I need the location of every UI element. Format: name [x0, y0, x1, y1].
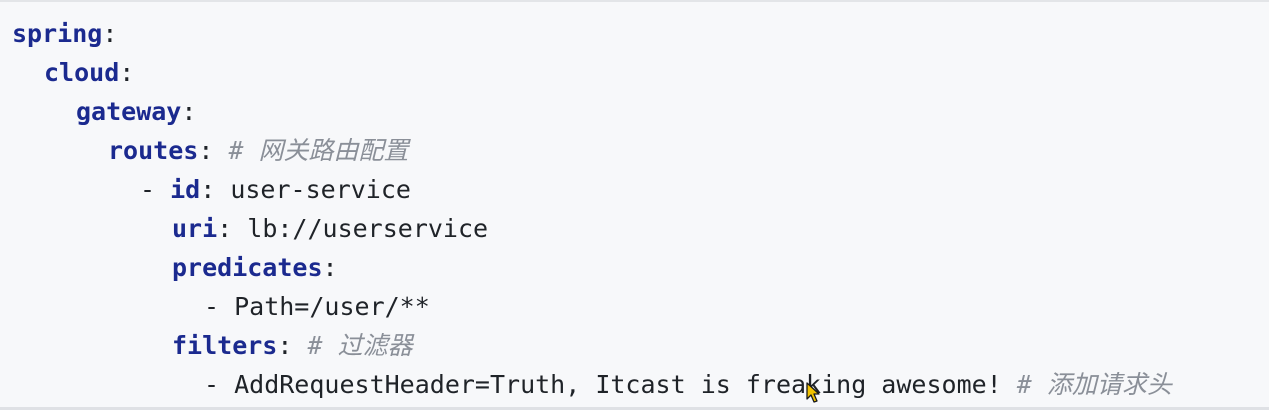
- yaml-key: id: [170, 175, 201, 204]
- yaml-value: - Path=/user/**: [204, 292, 430, 321]
- yaml-colon: :: [217, 214, 233, 243]
- yaml-comment: # 网关路由配置: [228, 136, 409, 165]
- yaml-key: routes: [108, 136, 199, 165]
- code-line: - AddRequestHeader=Truth, Itcast is frea…: [12, 365, 1172, 404]
- yaml-key: gateway: [76, 97, 182, 126]
- yaml-colon: :: [277, 331, 293, 360]
- yaml-colon: :: [200, 175, 216, 204]
- yaml-list-dash: -: [140, 175, 171, 204]
- yaml-value: user-service: [215, 175, 411, 204]
- yaml-key: uri: [172, 214, 218, 243]
- code-line: gateway:: [12, 92, 1172, 131]
- yaml-colon: :: [322, 253, 338, 282]
- code-line: - id: user-service: [12, 170, 1172, 209]
- arrow-cursor-icon: [806, 382, 820, 403]
- code-line: cloud:: [12, 53, 1172, 92]
- code-line: routes: # 网关路由配置: [12, 131, 1172, 170]
- yaml-comment: # 过滤器: [307, 331, 413, 360]
- yaml-key: filters: [172, 331, 278, 360]
- yaml-code-block[interactable]: spring: cloud: gateway: routes: # 网关路由配置 - i…: [12, 14, 1172, 404]
- yaml-colon: :: [119, 58, 135, 87]
- yaml-key: cloud: [44, 58, 120, 87]
- code-line: predicates:: [12, 248, 1172, 287]
- code-line: uri: lb://userservice: [12, 209, 1172, 248]
- yaml-comment: # 添加请求头: [1016, 370, 1172, 399]
- yaml-value: - AddRequestHeader=Truth, Itcast is frea…: [204, 370, 1017, 399]
- yaml-colon: :: [102, 19, 118, 48]
- yaml-key: spring: [12, 19, 103, 48]
- code-line: filters: # 过滤器: [12, 326, 1172, 365]
- yaml-colon: :: [181, 97, 197, 126]
- code-line: - Path=/user/**: [12, 287, 1172, 326]
- code-line: spring:: [12, 14, 1172, 53]
- yaml-value: lb://userservice: [232, 214, 489, 243]
- yaml-colon: :: [198, 136, 214, 165]
- code-editor[interactable]: spring: cloud: gateway: routes: # 网关路由配置 - i…: [0, 0, 1269, 410]
- yaml-key: predicates: [172, 253, 323, 282]
